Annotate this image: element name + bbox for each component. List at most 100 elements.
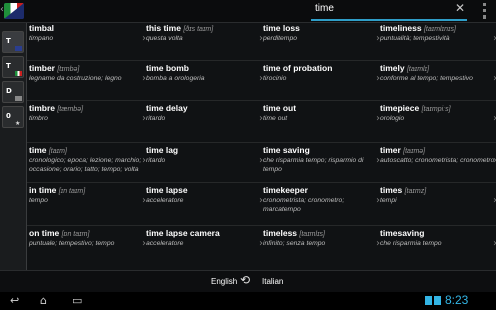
book-icon <box>15 96 22 101</box>
entry-term-text: time lag <box>146 145 179 155</box>
entry-term-text: timbal <box>29 23 55 33</box>
back-icon[interactable]: ↩ <box>10 294 19 307</box>
entry-phonetic: [taɪmlɪs] <box>299 231 326 238</box>
entry-term: time [taɪm] <box>29 145 146 155</box>
row-divider <box>27 225 496 226</box>
entry-cell[interactable]: timbal timpano › <box>29 23 146 44</box>
entry-cell[interactable]: on time [ɒn taɪm] puntuale; tempestivo; t… <box>29 228 146 249</box>
row-divider <box>27 182 496 183</box>
entry-cell[interactable]: time loss perditempo › <box>263 23 380 44</box>
entry-term-text: timesaving <box>380 228 425 238</box>
entry-term: time lapse <box>146 185 263 195</box>
entry-term: time out <box>263 103 380 113</box>
entry-cell[interactable]: time saving che risparmia tempo; risparmi… <box>263 145 380 174</box>
clock: 8:23 <box>445 293 469 307</box>
row-divider <box>27 142 496 143</box>
entry-translation: timbro <box>29 115 48 122</box>
entry-term: time lapse camera <box>146 228 263 238</box>
entry-cell[interactable]: this time [ðɪs taɪm] questa volta › <box>146 23 263 44</box>
entry-term: timbre [tæmbə] <box>29 103 146 113</box>
entry-translation: autoscatto; cronometrista; cronometro <box>380 157 495 164</box>
entry-term: in time [ɪn taɪm] <box>29 185 146 195</box>
entry-cell[interactable]: time out time out › <box>263 103 380 124</box>
entry-term-text: timekeeper <box>263 185 308 195</box>
entry-cell[interactable]: timer [taɪmə] autoscatto; cronometrista; … <box>380 145 496 166</box>
entry-cell[interactable]: time of probation tirocinio › <box>263 63 380 84</box>
flag-it-icon <box>15 71 22 76</box>
entry-term-text: in time <box>29 185 57 195</box>
entry-cell[interactable]: time bomb bomba a orologeria › <box>146 63 263 84</box>
entry-phonetic: [ɒn taɪm] <box>61 231 90 238</box>
battery-icon <box>434 296 441 305</box>
entry-cell[interactable]: timbre [tæmbə] timbro › <box>29 103 146 124</box>
row-divider <box>27 100 496 101</box>
entry-translation: cronometrista; cronometro; marcatempo <box>263 197 345 213</box>
star-icon: ★ <box>15 120 21 127</box>
entry-term-text: time lapse <box>146 185 188 195</box>
entry-term: on time [ɒn taɪm] <box>29 228 146 238</box>
entry-translation: orologio <box>380 115 405 122</box>
entry-translation: ritardo <box>146 115 166 122</box>
recents-icon[interactable]: ▭ <box>72 294 82 307</box>
overflow-menu-icon[interactable] <box>483 3 486 19</box>
sidebar-button-favorites[interactable]: 0 ★ <box>2 106 24 128</box>
entry-translation: acceleratore <box>146 197 184 204</box>
entry-term: time delay <box>146 103 263 113</box>
entry-term-text: timepiece <box>380 103 420 113</box>
target-language[interactable]: Italian <box>262 277 283 286</box>
entry-term-text: timber <box>29 63 55 73</box>
entry-cell[interactable]: in time [ɪn taɪm] tempo › <box>29 185 146 206</box>
entry-term: timepiece [taɪmpiːs] <box>380 103 496 113</box>
home-icon[interactable]: ⌂ <box>40 294 47 307</box>
close-icon[interactable]: ✕ <box>455 1 465 15</box>
entry-phonetic: [taɪmlɪnɪs] <box>423 26 456 33</box>
entry-phonetic: [taɪmlɪ] <box>406 66 430 73</box>
swap-arrows-icon[interactable]: ⟲ <box>240 273 250 287</box>
entry-cell[interactable]: time delay ritardo › <box>146 103 263 124</box>
system-navigation-bar: ↩ ⌂ ▭ 8:23 <box>0 292 496 310</box>
source-language[interactable]: English <box>211 277 237 286</box>
entry-term: time loss <box>263 23 380 33</box>
entry-translation: ritardo <box>146 157 166 164</box>
entry-cell[interactable]: timekeeper cronometrista; cronometro; mar… <box>263 185 380 214</box>
entry-cell[interactable]: timesavingche risparmia tempo› <box>380 228 496 249</box>
entry-translation: puntuale; tempestivo; tempo <box>29 240 115 247</box>
entry-phonetic: [ɪn taɪm] <box>58 188 86 195</box>
entry-cell[interactable]: time [taɪm] cronologico; epoca; lezione; … <box>29 145 146 174</box>
results-grid: timbal timpano › this time [ðɪs taɪm] questa… <box>27 23 496 270</box>
entry-term: time bomb <box>146 63 263 73</box>
entry-cell[interactable]: timber [tɪmbə] legname da costruzione; le… <box>29 63 146 84</box>
sidebar-button-dictionary[interactable]: D <box>2 81 24 103</box>
entry-translation: che risparmia tempo; risparmio di tempo <box>263 157 364 173</box>
sidebar-button-label: T <box>6 37 11 45</box>
entry-cell[interactable]: timely [taɪmlɪ] conforme al tempo; tempes… <box>380 63 496 84</box>
entry-cell[interactable]: timepiece [taɪmpiːs]orologio› <box>380 103 496 124</box>
entry-term: timbal <box>29 23 146 33</box>
entry-term: this time [ðɪs taɪm] <box>146 23 263 33</box>
action-bar: ‹ time ✕ <box>0 0 496 23</box>
search-input[interactable]: time ✕ <box>311 1 467 21</box>
wifi-icon <box>425 296 432 305</box>
app-logo-flag-icon[interactable] <box>4 3 24 19</box>
entry-term-text: timbre <box>29 103 55 113</box>
entry-translation: conforme al tempo; tempestivo <box>380 75 473 82</box>
entry-translation: questa volta <box>146 35 183 42</box>
entry-cell[interactable]: time lag ritardo › <box>146 145 263 166</box>
entry-term-text: time delay <box>146 103 188 113</box>
entry-cell[interactable]: time lapse acceleratore › <box>146 185 263 206</box>
entry-term-text: time of probation <box>263 63 333 73</box>
sidebar-button-translate-en[interactable]: T <box>2 31 24 53</box>
entry-phonetic: [ðɪs taɪm] <box>183 26 214 33</box>
entry-term-text: this time <box>146 23 181 33</box>
entry-cell[interactable]: times [taɪmz]tempi› <box>380 185 496 206</box>
entry-term: times [taɪmz] <box>380 185 496 195</box>
search-input-value[interactable]: time <box>315 3 334 14</box>
entry-cell[interactable]: timeless [taɪmlɪs] infinito; senza tempo › <box>263 228 380 249</box>
entry-translation: bomba a orologeria <box>146 75 205 82</box>
entry-term-text: timer <box>380 145 401 155</box>
entry-term-text: on time <box>29 228 60 238</box>
sidebar-button-translate-it[interactable]: T <box>2 56 24 78</box>
entry-cell[interactable]: time lapse camera acceleratore › <box>146 228 263 249</box>
entry-translation: infinito; senza tempo <box>263 240 326 247</box>
entry-cell[interactable]: timeliness [taɪmlɪnɪs] puntualità; tempes… <box>380 23 496 44</box>
